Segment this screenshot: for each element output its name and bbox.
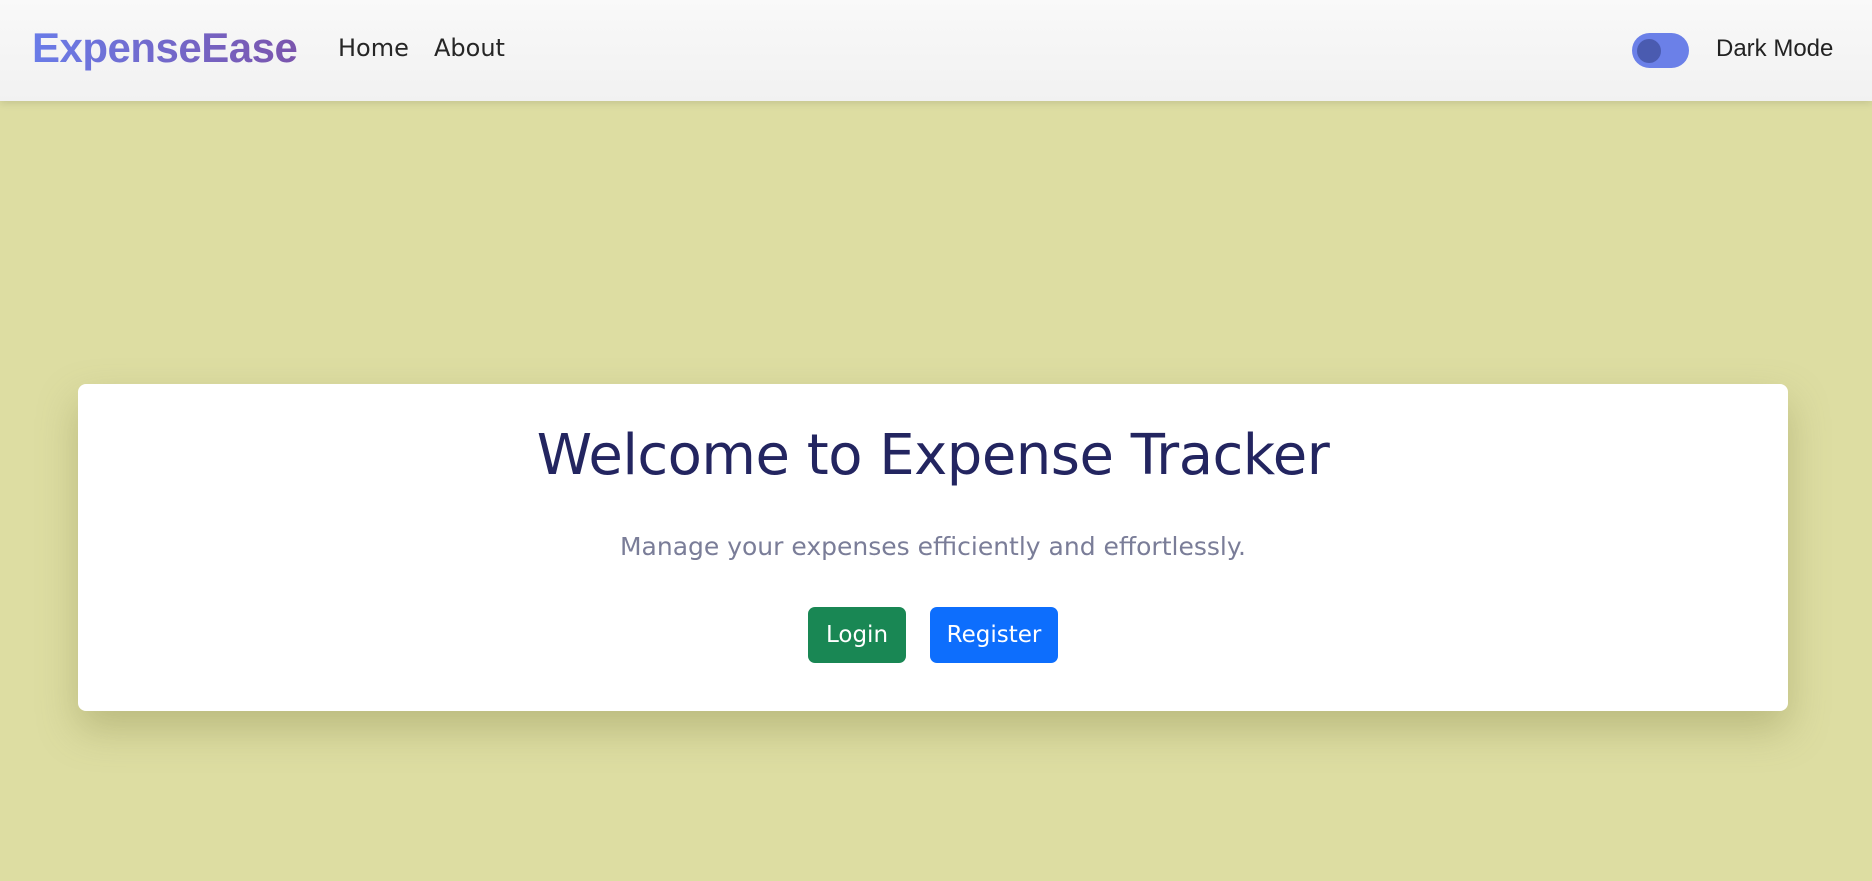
- top-navbar: ExpenseEase Home About Dark Mode: [0, 0, 1872, 101]
- page-title: Welcome to Expense Tracker: [536, 423, 1330, 488]
- brand-logo[interactable]: ExpenseEase: [32, 24, 298, 72]
- toggle-knob: [1637, 39, 1661, 63]
- register-button[interactable]: Register: [930, 607, 1058, 663]
- welcome-card: Welcome to Expense Tracker Manage your e…: [78, 384, 1788, 711]
- page-subtitle: Manage your expenses efficiently and eff…: [619, 532, 1247, 561]
- login-button[interactable]: Login: [808, 607, 906, 663]
- nav-link-about[interactable]: About: [434, 32, 505, 64]
- dark-mode-label: Dark Mode: [1716, 35, 1834, 62]
- dark-mode-toggle[interactable]: [1632, 33, 1689, 68]
- nav-link-home[interactable]: Home: [338, 32, 409, 64]
